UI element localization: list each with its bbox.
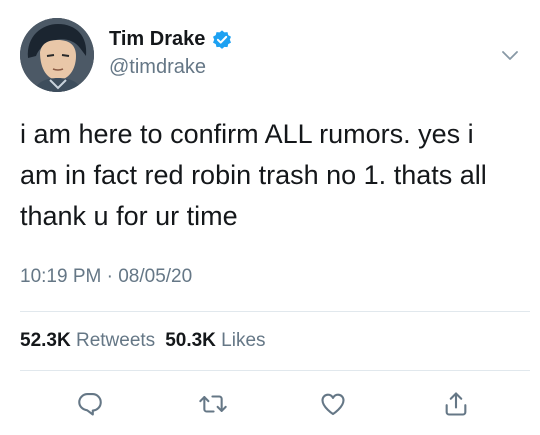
retweets-stat[interactable]: 52.3K Retweets xyxy=(20,330,155,351)
tweet-text: i am here to confirm ALL rumors. yes i a… xyxy=(20,114,520,237)
share-button[interactable] xyxy=(436,384,476,424)
retweet-button[interactable] xyxy=(193,384,233,424)
retweets-label: Retweets xyxy=(75,330,156,351)
retweets-count: 52.3K xyxy=(20,330,71,351)
divider xyxy=(20,370,530,371)
tweet-text-line: thank u for ur time xyxy=(20,201,238,231)
reply-icon xyxy=(76,390,104,418)
user-name-row[interactable]: Tim Drake xyxy=(109,28,233,51)
verified-badge-icon xyxy=(211,29,233,51)
display-name[interactable]: Tim Drake xyxy=(109,28,205,51)
tweet-stats: 52.3K Retweets 50.3K Likes xyxy=(20,330,266,352)
user-handle[interactable]: @timdrake xyxy=(109,56,206,79)
avatar[interactable] xyxy=(20,18,94,92)
reply-button[interactable] xyxy=(70,384,110,424)
divider xyxy=(20,311,530,312)
chevron-down-icon[interactable] xyxy=(499,44,521,66)
retweet-icon xyxy=(198,390,228,418)
likes-stat[interactable]: 50.3K Likes xyxy=(165,330,265,351)
likes-label: Likes xyxy=(221,330,266,351)
likes-count: 50.3K xyxy=(165,330,216,351)
share-icon xyxy=(442,390,470,418)
tweet-text-line: i am here to confirm ALL rumors. yes i xyxy=(20,119,474,149)
tweet-text-line: am in fact red robin trash no 1. thats a… xyxy=(20,160,487,190)
like-icon xyxy=(319,390,347,418)
like-button[interactable] xyxy=(313,384,353,424)
tweet-timestamp[interactable]: 10:19 PM · 08/05/20 xyxy=(20,266,192,288)
action-bar xyxy=(0,384,540,424)
tweet-card: Tim Drake @timdrake i am here to confirm… xyxy=(0,0,540,435)
